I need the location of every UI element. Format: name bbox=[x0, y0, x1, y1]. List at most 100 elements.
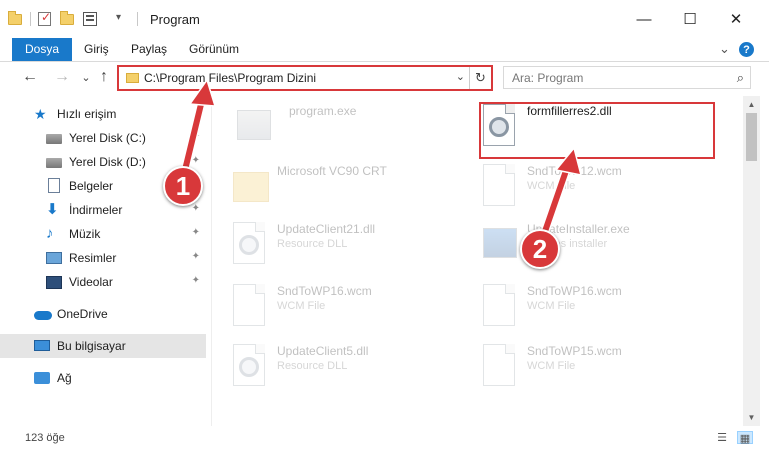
cloud-icon bbox=[34, 311, 52, 320]
maximize-button[interactable]: ☐ bbox=[667, 0, 713, 38]
dll-file-icon bbox=[233, 344, 265, 386]
file-type: Resource DLL bbox=[277, 360, 348, 372]
target-file-highlight bbox=[479, 102, 715, 159]
list-item[interactable]: UpdateClient5.dll Resource DLL bbox=[233, 344, 473, 402]
download-icon: ⬇ bbox=[46, 201, 59, 218]
sidebar-item-label: Resimler bbox=[69, 251, 117, 265]
sidebar-item-label: Belgeler bbox=[69, 179, 114, 193]
list-item[interactable]: SndToWP16.wcm WCM File bbox=[483, 284, 723, 342]
refresh-button[interactable]: ↻ bbox=[469, 67, 491, 89]
tab-view[interactable]: Görünüm bbox=[177, 38, 251, 61]
list-item[interactable]: UpdateClient21.dll Resource DLL bbox=[233, 222, 473, 280]
scroll-up-button[interactable]: ▲ bbox=[743, 96, 760, 113]
navigation-bar: ← → ⌄ ↑ C:\Program Files\Program Dizini … bbox=[0, 62, 769, 94]
video-icon bbox=[46, 276, 62, 289]
file-type: Resource DLL bbox=[277, 238, 348, 250]
installer-icon bbox=[483, 228, 517, 258]
sidebar-item-network[interactable]: Ağ bbox=[0, 366, 206, 390]
recent-locations-button[interactable]: ⌄ bbox=[76, 71, 96, 84]
list-item[interactable]: SndToWP16.wcm WCM File bbox=[233, 284, 473, 342]
file-icon bbox=[483, 344, 515, 386]
tab-file[interactable]: Dosya bbox=[12, 38, 73, 61]
list-item[interactable]: Microsoft VC90 CRT bbox=[233, 164, 473, 222]
up-button[interactable]: ↑ bbox=[94, 68, 114, 86]
title-separator bbox=[137, 12, 138, 26]
sidebar-item-label: Ağ bbox=[57, 371, 72, 385]
pictures-icon bbox=[46, 252, 62, 264]
file-name: SndToWP12.wcm bbox=[527, 164, 622, 178]
folder-icon bbox=[126, 73, 139, 83]
back-button[interactable]: ← bbox=[20, 68, 40, 86]
sidebar-item-label: Müzik bbox=[69, 227, 101, 241]
file-name: SndToWP16.wcm bbox=[277, 284, 372, 298]
sidebar-item-label: Videolar bbox=[69, 275, 113, 289]
minimize-button[interactable]: — bbox=[621, 0, 667, 38]
scroll-thumb[interactable] bbox=[746, 113, 757, 161]
file-icon bbox=[483, 164, 515, 206]
drive-icon bbox=[46, 158, 62, 168]
file-name: SndToWP15.wcm bbox=[527, 344, 622, 358]
sidebar-item-videos[interactable]: Videolar ✦ bbox=[0, 270, 206, 294]
scroll-down-button[interactable]: ▼ bbox=[743, 409, 760, 426]
sidebar-item-local-disk-c[interactable]: Yerel Disk (C:) ✦ bbox=[0, 126, 206, 150]
file-name: UpdateClient21.dll bbox=[277, 222, 376, 236]
forward-button[interactable]: → bbox=[52, 68, 72, 86]
search-icon: ⌕ bbox=[736, 70, 744, 85]
details-view-button[interactable]: ☰ bbox=[714, 431, 730, 444]
file-icon bbox=[233, 284, 265, 326]
list-item[interactable]: SndToWP15.wcm WCM File bbox=[483, 344, 723, 402]
callout-step-1: 1 bbox=[163, 166, 203, 206]
music-icon: ♪ bbox=[46, 225, 54, 242]
address-dropdown-button[interactable]: ⌄ bbox=[456, 70, 465, 83]
sidebar-item-this-pc[interactable]: Bu bilgisayar bbox=[0, 334, 206, 358]
pin-icon[interactable]: ✦ bbox=[192, 275, 200, 286]
file-name: Microsoft VC90 CRT bbox=[277, 164, 387, 178]
address-path[interactable]: C:\Program Files\Program Dizini bbox=[144, 71, 316, 85]
status-bar: 123 öğe ☰ ▦ bbox=[0, 426, 769, 468]
sidebar-item-pictures[interactable]: Resimler ✦ bbox=[0, 246, 206, 270]
sidebar-item-music[interactable]: ♪ Müzik ✦ bbox=[0, 222, 206, 246]
new-folder-icon[interactable] bbox=[60, 11, 76, 27]
close-button[interactable]: ✕ bbox=[713, 0, 759, 38]
help-icon[interactable]: ? bbox=[739, 42, 754, 57]
address-bar[interactable]: C:\Program Files\Program Dizini ⌄ ↻ bbox=[117, 65, 493, 91]
vertical-scrollbar[interactable]: ▲ ▼ bbox=[743, 96, 760, 426]
large-icons-view-button[interactable]: ▦ bbox=[737, 431, 753, 445]
file-icon bbox=[483, 284, 515, 326]
file-type: WCM File bbox=[277, 300, 326, 312]
toolbar-separator bbox=[30, 12, 31, 26]
pin-icon[interactable]: ✦ bbox=[192, 131, 200, 142]
sidebar-item-label: İndirmeler bbox=[69, 203, 123, 217]
list-item[interactable]: UpdateInstaller.exe updates installer bbox=[483, 222, 723, 280]
document-icon bbox=[48, 178, 60, 193]
application-icon bbox=[237, 110, 271, 140]
sidebar-item-label: OneDrive bbox=[57, 307, 108, 321]
file-name: program.exe bbox=[289, 104, 357, 118]
file-name: UpdateClient5.dll bbox=[277, 344, 369, 358]
file-type: WCM File bbox=[527, 300, 576, 312]
computer-icon bbox=[34, 340, 50, 351]
pin-icon[interactable]: ✦ bbox=[192, 251, 200, 262]
pin-icon[interactable]: ✦ bbox=[192, 155, 200, 166]
view-menu-icon[interactable] bbox=[83, 12, 97, 26]
sidebar-item-quick-access[interactable]: ★ Hızlı erişim bbox=[0, 102, 206, 126]
pin-icon[interactable]: ✦ bbox=[192, 227, 200, 238]
ribbon-tabs: Dosya Giriş Paylaş Görünüm ⌄ ? bbox=[0, 38, 769, 62]
list-item[interactable]: SndToWP12.wcm WCM File bbox=[483, 164, 723, 222]
properties-icon[interactable]: ✓ bbox=[38, 10, 51, 26]
expand-ribbon-icon[interactable]: ⌄ bbox=[719, 41, 730, 57]
tab-share[interactable]: Paylaş bbox=[119, 38, 179, 61]
sidebar-item-label: Hızlı erişim bbox=[57, 107, 117, 121]
search-input[interactable]: Ara: Program bbox=[512, 71, 583, 85]
network-icon bbox=[34, 372, 50, 384]
search-box[interactable]: Ara: Program ⌕ bbox=[503, 66, 751, 89]
sidebar-item-onedrive[interactable]: OneDrive bbox=[0, 302, 206, 326]
tab-home[interactable]: Giriş bbox=[72, 38, 121, 61]
pin-icon[interactable]: ✦ bbox=[192, 203, 200, 214]
file-type: WCM File bbox=[527, 180, 576, 192]
file-name: SndToWP16.wcm bbox=[527, 284, 622, 298]
customize-toolbar-dropdown[interactable]: ▾ bbox=[116, 12, 121, 23]
sidebar-item-label: Bu bilgisayar bbox=[57, 339, 126, 353]
title-bar: ✓ ▾ Program — ☐ ✕ bbox=[0, 0, 769, 38]
list-item[interactable]: program.exe bbox=[237, 104, 477, 162]
